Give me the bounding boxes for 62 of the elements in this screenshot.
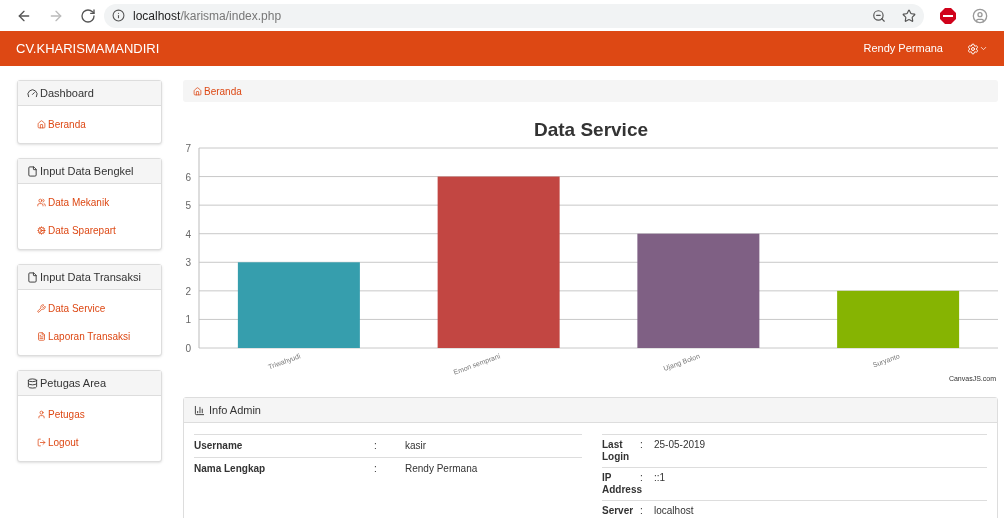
user-icon [37, 410, 46, 419]
brand[interactable]: CV.KHARISMAMANDIRI [16, 38, 160, 59]
breadcrumb-link[interactable]: Beranda [193, 83, 242, 99]
field-label: Nama Lengkap [194, 463, 267, 475]
sidebar-link[interactable]: Petugas [37, 410, 142, 419]
panel-title: Petugas Area [40, 375, 107, 391]
home-icon [193, 86, 202, 96]
field-value: 25-05-2019 [654, 439, 706, 452]
info-icon [112, 9, 125, 22]
sidebar-link[interactable]: Data Service [37, 304, 142, 313]
panel-title: Info Admin [209, 402, 261, 418]
field-label: Username [194, 440, 244, 452]
zoom-icon[interactable] [872, 8, 886, 23]
star-icon[interactable] [902, 8, 916, 23]
sidebar-link[interactable]: Data Sparepart [37, 226, 142, 235]
sidebar-link[interactable]: Logout [37, 438, 142, 447]
field-value: kasir [405, 440, 427, 452]
bar-chart-icon [194, 404, 205, 416]
field-value: localhost [654, 505, 694, 517]
field-label: Server [602, 505, 635, 517]
profile-icon[interactable] [972, 7, 988, 24]
address-bar[interactable]: localhost/karisma/index.php [104, 3, 924, 28]
sidebar-link[interactable]: Data Mekanik [37, 198, 142, 207]
colon: : [640, 439, 644, 452]
y-tick-label: 4 [185, 228, 191, 240]
user-name[interactable]: Rendy Permana [863, 40, 943, 57]
settings-icon[interactable] [967, 42, 979, 55]
home-icon [37, 120, 46, 129]
database-icon [27, 377, 38, 389]
panel-title: Dashboard [40, 85, 94, 101]
panel-title: Input Data Bengkel [40, 163, 134, 179]
logout-icon [37, 438, 46, 447]
field-label: IP Address [602, 472, 640, 496]
colon: : [640, 472, 644, 485]
wrench-icon [37, 304, 46, 313]
caret-icon[interactable] [979, 44, 988, 53]
sidebar-link[interactable]: Beranda [37, 120, 142, 129]
gauge-icon [27, 87, 38, 99]
users-icon [37, 198, 46, 207]
y-tick-label: 3 [185, 257, 191, 269]
y-tick-label: 0 [185, 343, 191, 354]
y-tick-label: 2 [185, 285, 191, 297]
y-tick-label: 5 [185, 200, 191, 212]
colon: : [374, 440, 378, 452]
file-icon [27, 165, 38, 177]
url-text: localhost/karisma/index.php [133, 7, 282, 25]
sidebar-link[interactable]: Laporan Transaksi [37, 332, 142, 341]
y-tick-label: 1 [185, 314, 191, 326]
field-value: Rendy Permana [405, 463, 478, 475]
colon: : [640, 505, 644, 517]
document-icon [37, 332, 46, 341]
field-label: Last Login [602, 439, 631, 463]
reload-icon[interactable] [80, 7, 96, 24]
panel-title: Input Data Transaksi [40, 269, 141, 285]
y-tick-label: 7 [185, 143, 191, 154]
colon: : [374, 463, 378, 475]
file-icon [27, 271, 38, 283]
extension-icon[interactable] [940, 7, 956, 24]
chart-title: Data Service [533, 119, 649, 140]
field-value: ::1 [654, 472, 666, 485]
y-tick-label: 6 [185, 171, 191, 183]
gears-icon [37, 226, 46, 235]
